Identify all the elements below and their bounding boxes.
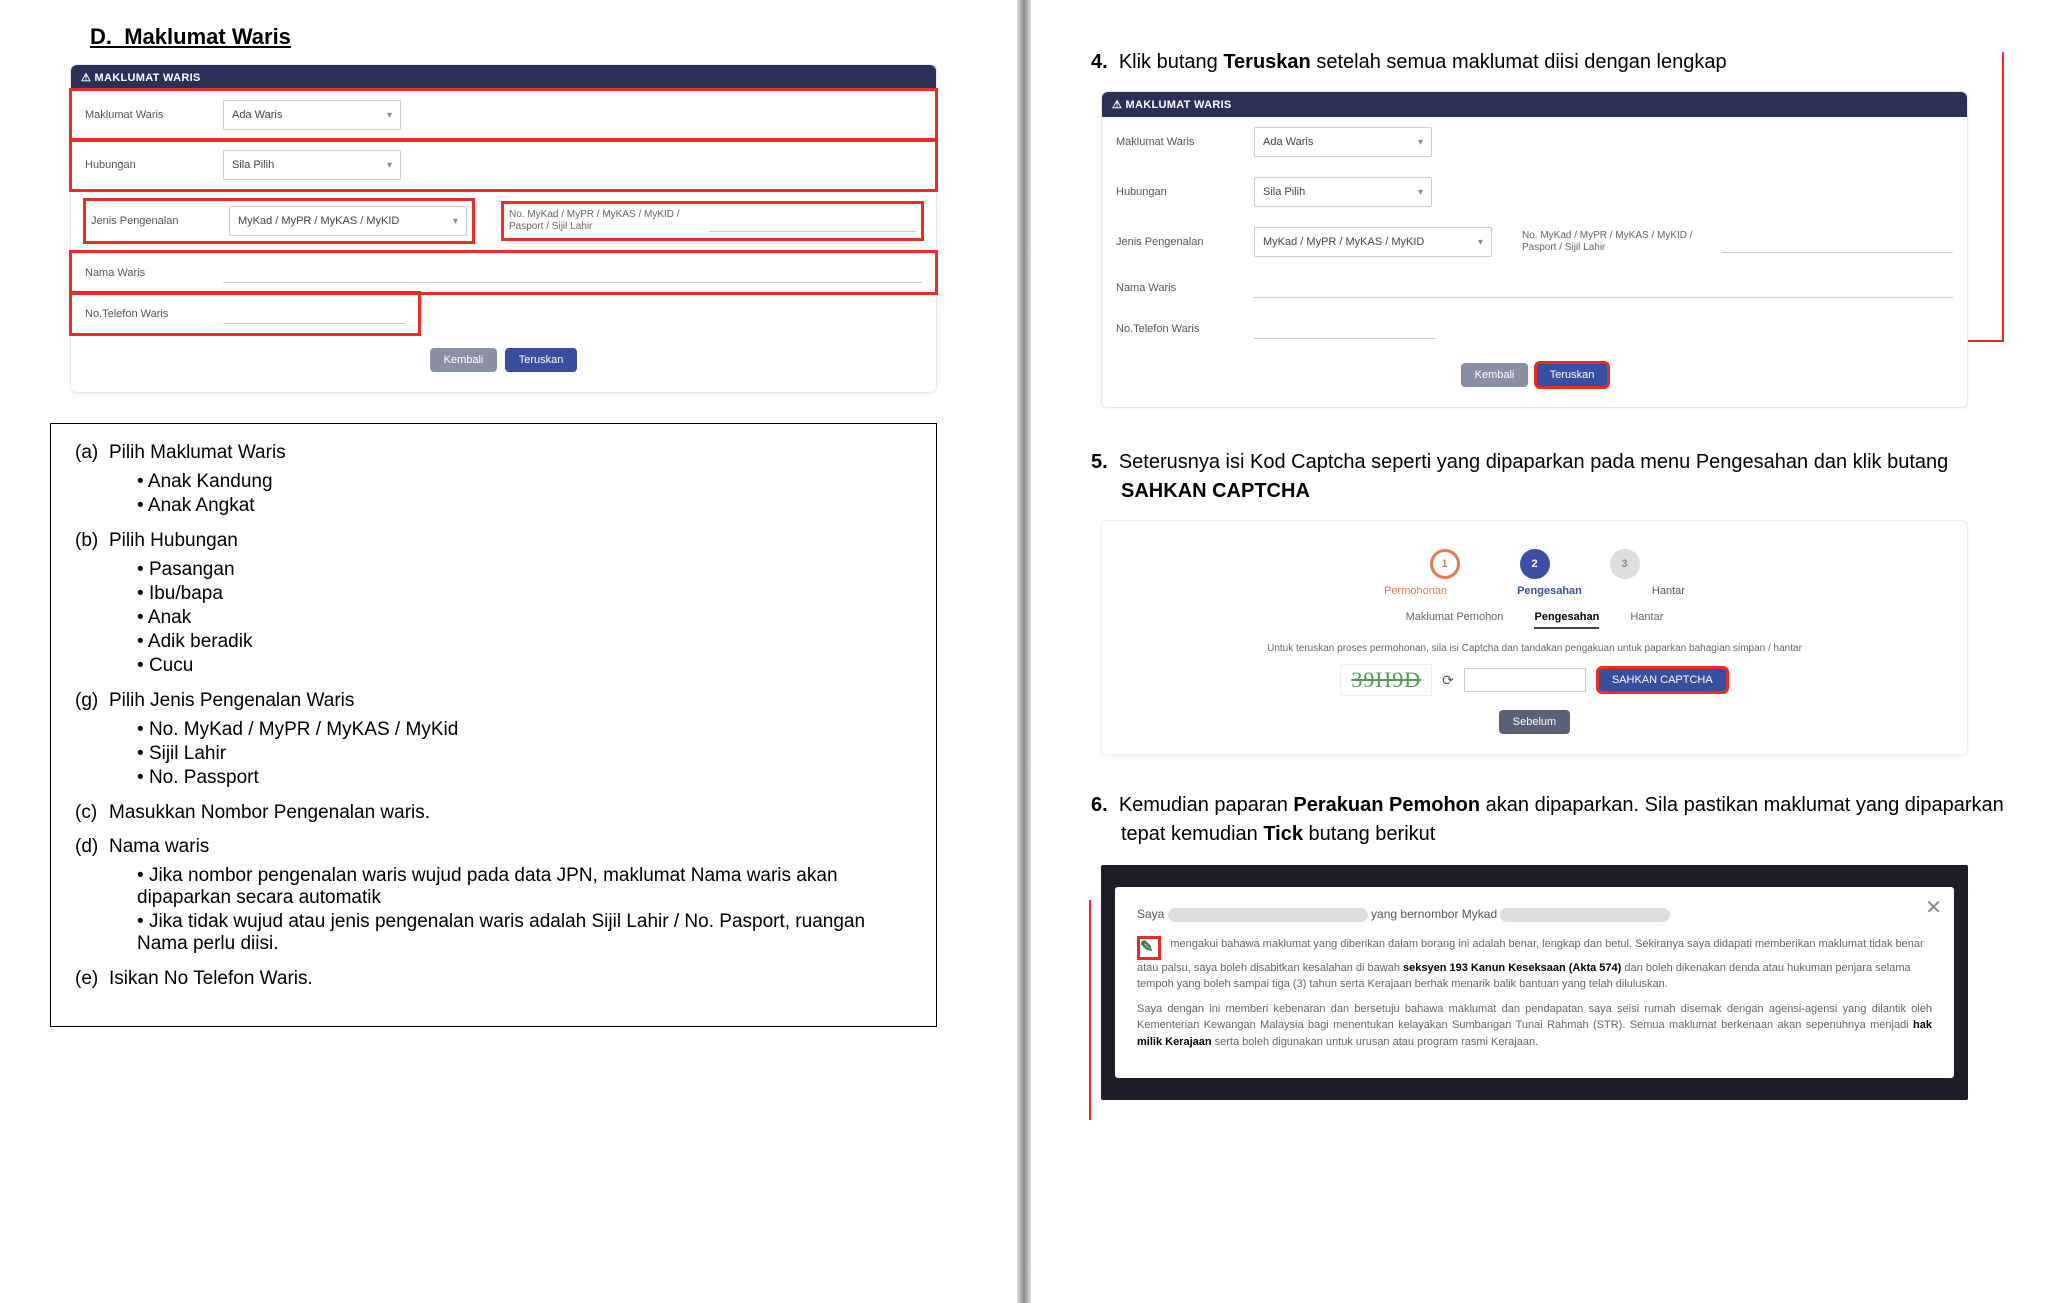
r-select-mw[interactable]: Ada Waris	[1254, 127, 1432, 157]
declaration-wrapper: ✕ Saya yang bernombor Mykad ✎ mengakui b…	[1101, 865, 1968, 1100]
decl-body: ✎ mengakui bahawa maklumat yang diberika…	[1137, 936, 1932, 1051]
input-nama[interactable]	[223, 262, 922, 283]
instr-b5: Cucu	[137, 654, 912, 678]
card-header-right: ⚠ MAKLUMAT WARIS	[1102, 92, 1967, 117]
form-tabs: Maklumat Pemohon Pengesahan Hantar	[1122, 597, 1947, 637]
label-tel: No.Telefon Waris	[85, 308, 205, 320]
input-tel[interactable]	[223, 303, 405, 324]
arrow-vline-1	[2002, 52, 2004, 342]
r-row-nama: Nama Waris	[1102, 267, 1967, 308]
captcha-row: 39H9D ⟳ SAHKAN CAPTCHA	[1122, 664, 1947, 696]
instr-d: (d)Nama waris Jika nombor pengenalan war…	[75, 836, 912, 956]
right-column: 4. Klik butang Teruskan setelah semua ma…	[1031, 0, 2048, 1303]
step-dot-3: 3	[1610, 549, 1640, 579]
captcha-note: Untuk teruskan proses permohonan, sila i…	[1122, 637, 1947, 664]
back-button[interactable]: Kembali	[430, 348, 498, 372]
close-icon[interactable]: ✕	[1925, 895, 1942, 920]
label-maklumat-waris: Maklumat Waris	[85, 109, 205, 121]
waris-form-right: ⚠ MAKLUMAT WARIS Maklumat Waris Ada Wari…	[1101, 91, 1968, 408]
instr-b1: Pasangan	[137, 558, 912, 582]
declaration-checkbox[interactable]: ✎	[1137, 936, 1161, 960]
tab-maklumat[interactable]: Maklumat Pemohon	[1406, 611, 1504, 623]
step-4-heading: 4. Klik butang Teruskan setelah semua ma…	[1071, 48, 2008, 77]
next-button[interactable]: Teruskan	[505, 348, 578, 372]
select-jenis[interactable]: MyKad / MyPR / MyKAS / MyKID	[229, 206, 467, 236]
left-column: D. Maklumat Waris ⚠ MAKLUMAT WARIS Maklu…	[0, 0, 1017, 1303]
row-jenis: Jenis Pengenalan MyKad / MyPR / MyKAS / …	[71, 190, 936, 252]
r-row-mw: Maklumat Waris Ada Waris	[1102, 117, 1967, 167]
check-icon: ✎	[1140, 937, 1153, 957]
arrow-vline-2	[1089, 900, 1091, 1120]
card-header: ⚠ MAKLUMAT WARIS	[71, 65, 936, 90]
step-6-heading: 6. Kemudian paparan Perakuan Pemohon aka…	[1071, 791, 2008, 849]
captcha-input[interactable]	[1464, 668, 1586, 692]
instr-b2: Ibu/bapa	[137, 582, 912, 606]
instr-g2: Sijil Lahir	[137, 742, 912, 766]
tab-pengesahan[interactable]: Pengesahan	[1534, 611, 1599, 629]
r-input-idno[interactable]	[1722, 232, 1953, 253]
step-dot-2: 2	[1520, 549, 1550, 579]
label-jenis: Jenis Pengenalan	[91, 215, 211, 227]
refresh-icon[interactable]: ⟳	[1442, 672, 1454, 689]
step-5-heading: 5. Seterusnya isi Kod Captcha seperti ya…	[1071, 448, 2008, 506]
r-select-jenis[interactable]: MyKad / MyPR / MyKAS / MyKID	[1254, 227, 1492, 257]
label-idno: No. MyKad / MyPR / MyKAS / MyKID / Paspo…	[509, 209, 699, 233]
instr-b: (b)Pilih Hubungan Pasangan Ibu/bapa Anak…	[75, 530, 912, 678]
input-idno[interactable]	[709, 211, 916, 232]
instruction-box: (a)Pilih Maklumat Waris Anak Kandung Ana…	[50, 423, 937, 1027]
captcha-image: 39H9D	[1340, 664, 1432, 696]
captcha-card: 1 2 3 Permohonan Pengesahan Hantar Maklu…	[1101, 520, 1968, 755]
row-tel: No.Telefon Waris	[71, 293, 419, 334]
decl-line1: Saya yang bernombor Mykad	[1137, 907, 1932, 922]
step-dot-1: 1	[1430, 549, 1460, 579]
select-maklumat-waris[interactable]: Ada Waris	[223, 100, 401, 130]
instr-c: (c)Masukkan Nombor Pengenalan waris.	[75, 802, 912, 824]
row-nama: Nama Waris	[71, 252, 936, 293]
instr-d2: Jika tidak wujud atau jenis pengenalan w…	[137, 910, 912, 956]
sebelum-button[interactable]: Sebelum	[1499, 710, 1570, 734]
step-labels: Permohonan Pengesahan Hantar	[1122, 585, 1947, 597]
select-hubungan[interactable]: Sila Pilih	[223, 150, 401, 180]
sahkan-captcha-button[interactable]: SAHKAN CAPTCHA	[1598, 668, 1727, 692]
waris-form-left: ⚠ MAKLUMAT WARIS Maklumat Waris Ada Wari…	[70, 64, 937, 393]
r-select-hub[interactable]: Sila Pilih	[1254, 177, 1432, 207]
r-button-row: Kembali Teruskan	[1102, 349, 1967, 407]
sebelum-row: Sebelum	[1122, 710, 1947, 734]
r-row-jenis: Jenis Pengenalan MyKad / MyPR / MyKAS / …	[1102, 217, 1967, 267]
section-heading: D. Maklumat Waris	[90, 24, 977, 50]
button-row-left: Kembali Teruskan	[71, 334, 936, 392]
instr-a: (a)Pilih Maklumat Waris Anak Kandung Ana…	[75, 442, 912, 518]
r-row-hub: Hubungan Sila Pilih	[1102, 167, 1967, 217]
r-row-tel: No.Telefon Waris	[1102, 308, 1450, 349]
label-hubungan: Hubungan	[85, 159, 205, 171]
r-next-button[interactable]: Teruskan	[1536, 363, 1609, 387]
r-input-tel[interactable]	[1254, 318, 1436, 339]
page-divider	[1017, 0, 1031, 1303]
label-nama: Nama Waris	[85, 267, 205, 279]
instr-a1: Anak Kandung	[137, 470, 912, 494]
name-pill	[1168, 908, 1368, 922]
ic-pill	[1500, 908, 1670, 922]
r-back-button[interactable]: Kembali	[1461, 363, 1529, 387]
instr-g3: No. Passport	[137, 766, 912, 790]
instr-a2: Anak Angkat	[137, 494, 912, 518]
tab-hantar[interactable]: Hantar	[1630, 611, 1663, 623]
instr-g: (g)Pilih Jenis Pengenalan Waris No. MyKa…	[75, 690, 912, 790]
instr-b4: Adik beradik	[137, 630, 912, 654]
instr-d1: Jika nombor pengenalan waris wujud pada …	[137, 864, 912, 910]
row-hubungan: Hubungan Sila Pilih	[71, 140, 936, 190]
row-maklumat-waris: Maklumat Waris Ada Waris	[71, 90, 936, 140]
instr-g1: No. MyKad / MyPR / MyKAS / MyKid	[137, 718, 912, 742]
progress-stepper: 1 2 3	[1122, 531, 1947, 585]
declaration-modal: ✕ Saya yang bernombor Mykad ✎ mengakui b…	[1115, 887, 1954, 1078]
instr-b3: Anak	[137, 606, 912, 630]
r-input-nama[interactable]	[1254, 277, 1953, 298]
instr-e: (e)Isikan No Telefon Waris.	[75, 968, 912, 990]
